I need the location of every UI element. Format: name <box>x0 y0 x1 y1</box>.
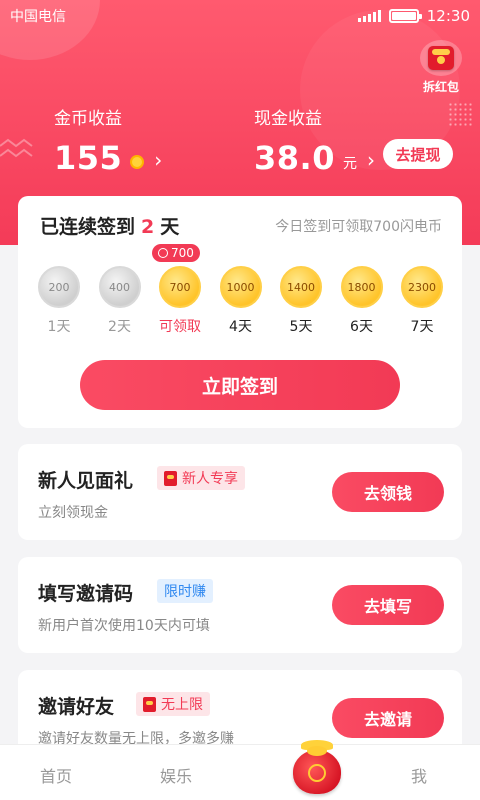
coin-icon: 200 <box>38 266 80 308</box>
coin-earnings-value: 155 <box>54 139 123 177</box>
signin-day-label: 2天 <box>108 319 131 335</box>
status-bar: 中国电信 12:30 <box>0 0 480 32</box>
task-tag: 限时赚 <box>157 579 213 603</box>
signin-day-5: 1400 5天 <box>278 266 324 336</box>
signal-icon <box>357 10 381 22</box>
signin-streak-days: 2 <box>141 216 155 238</box>
red-packet-label: 拆红包 <box>422 80 459 94</box>
signin-day-label: 4天 <box>229 319 252 335</box>
signin-day-2: 400 2天 <box>97 266 143 336</box>
task-tag: 新人专享 <box>157 466 245 490</box>
red-envelope-icon <box>143 696 156 712</box>
coin-icon: 700 <box>159 266 201 308</box>
signin-day-3[interactable]: 700 可领取 <box>157 266 203 336</box>
coin-icon: 1800 <box>340 266 383 308</box>
signin-now-button[interactable]: 立即签到 <box>80 360 400 410</box>
battery-icon <box>388 9 422 23</box>
signin-day-6: 1800 6天 <box>339 266 385 336</box>
signin-title-suffix: 天 <box>160 216 180 238</box>
coin-icon: 1000 <box>219 266 262 308</box>
coin-earnings-label: 金币收益 <box>54 109 122 129</box>
red-envelope-icon <box>164 470 177 486</box>
signin-day-label: 可领取 <box>159 319 201 335</box>
task-card-invite-code: 填写邀请码 限时赚 新用户首次使用10天内可填 去填写 <box>18 557 462 653</box>
task-title: 邀请好友 <box>38 696 115 718</box>
task-tag-label: 限时赚 <box>164 584 206 600</box>
cash-earnings[interactable]: 现金收益 38.0 元 › <box>254 104 375 177</box>
signin-day-1: 200 1天 <box>36 266 82 336</box>
bottom-tab-bar: 首页 娱乐 我 <box>0 744 480 800</box>
open-red-packet-button[interactable]: 拆红包 <box>416 40 466 95</box>
decor-zigzag <box>0 138 33 158</box>
signin-day-7: 2300 7天 <box>399 266 445 336</box>
decor-dots <box>448 102 472 126</box>
task-subtitle: 立刻领现金 <box>38 505 108 521</box>
cash-unit: 元 <box>342 156 357 172</box>
signin-day-label: 5天 <box>289 319 313 335</box>
signin-tip: 今日签到可领取700闪电币 <box>275 219 442 235</box>
signin-day-label: 7天 <box>410 319 434 335</box>
signin-day-label: 1天 <box>47 319 71 335</box>
today-reward-amount: 700 <box>171 246 194 260</box>
clock-time: 12:30 <box>426 7 470 25</box>
cash-earnings-value: 38.0 <box>254 139 335 177</box>
task-tag: 无上限 <box>136 692 210 716</box>
signin-day-track: 200 1天 400 2天 700 可领取 1000 4天 1400 5天 1800 6天 2300 7天 <box>36 266 448 341</box>
task-tag-label: 新人专享 <box>182 471 238 487</box>
coin-icon: 400 <box>98 266 141 308</box>
tab-money-bag[interactable] <box>293 740 343 798</box>
signin-day-4: 1000 4天 <box>218 266 264 336</box>
tab-me[interactable]: 我 <box>411 763 427 787</box>
carrier-name: 中国电信 <box>10 9 66 25</box>
cash-earnings-label: 现金收益 <box>254 109 322 129</box>
task-title: 新人见面礼 <box>38 470 134 492</box>
task-subtitle: 新用户首次使用10天内可填 <box>38 618 210 634</box>
task-title: 填写邀请码 <box>38 583 134 605</box>
signin-title-prefix: 已连续签到 <box>40 216 136 238</box>
chevron-right-icon[interactable]: › <box>154 148 162 172</box>
tab-entertainment[interactable]: 娱乐 <box>160 763 192 787</box>
tab-home[interactable]: 首页 <box>40 763 72 787</box>
red-packet-icon <box>420 40 462 76</box>
chevron-right-icon[interactable]: › <box>367 148 375 172</box>
withdraw-button[interactable]: 去提现 <box>383 139 453 169</box>
task-card-newcomer-gift: 新人见面礼 新人专享 立刻领现金 去领钱 <box>18 444 462 540</box>
fill-code-button[interactable]: 去填写 <box>332 585 444 625</box>
signin-card: 已连续签到 2 天 今日签到可领取700闪电币 700 200 1天 400 2天 70… <box>18 196 462 428</box>
task-tag-label: 无上限 <box>161 697 203 713</box>
get-money-button[interactable]: 去领钱 <box>332 472 444 512</box>
coin-icon: 2300 <box>401 266 443 308</box>
coin-icon: 1400 <box>280 266 322 308</box>
coin-earnings[interactable]: 金币收益 155 › <box>54 104 162 177</box>
signin-streak-title: 已连续签到 2 天 <box>40 212 179 239</box>
coin-icon <box>130 155 145 169</box>
money-bag-icon <box>293 740 341 794</box>
coin-icon <box>158 248 168 258</box>
signin-day-label: 6天 <box>350 319 373 335</box>
today-reward-badge: 700 <box>152 244 200 262</box>
invite-button[interactable]: 去邀请 <box>332 698 444 738</box>
